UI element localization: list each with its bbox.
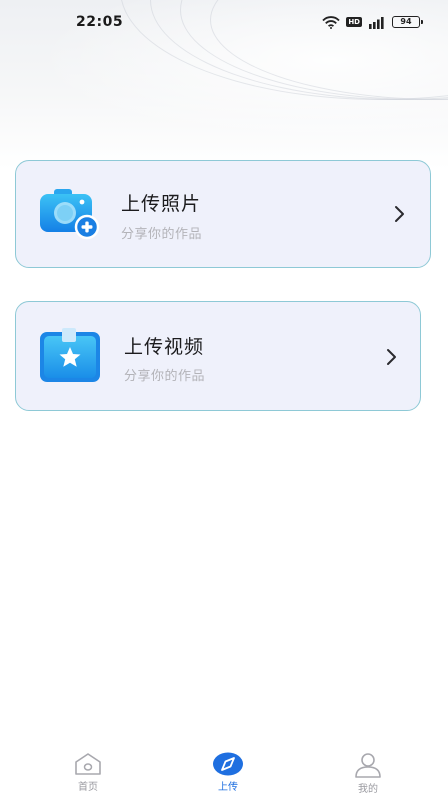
upload-photo-subtitle: 分享你的作品 [121, 227, 203, 242]
home-icon [75, 753, 101, 775]
tab-upload[interactable]: 上传 [198, 742, 258, 798]
star-box-icon [40, 328, 100, 382]
tab-upload-label: 上传 [218, 782, 238, 793]
upload-photo-card[interactable]: 上传照片 分享你的作品 [15, 160, 431, 268]
battery-icon: 94 [392, 16, 423, 28]
user-icon [355, 753, 381, 778]
wifi-icon [322, 15, 340, 29]
chevron-right-icon [395, 206, 404, 222]
upload-video-card[interactable]: 上传视频 分享你的作品 [15, 301, 421, 411]
status-icons: HD 94 [322, 15, 423, 29]
tab-home[interactable]: 首页 [58, 742, 118, 798]
upload-video-subtitle: 分享你的作品 [124, 369, 206, 384]
status-time: 22:05 [76, 14, 124, 30]
signal-icon [369, 16, 384, 29]
tab-home-label: 首页 [78, 782, 98, 793]
tab-profile-label: 我的 [358, 784, 378, 795]
tab-profile[interactable]: 我的 [338, 742, 398, 798]
camera-add-icon [40, 189, 100, 240]
compass-icon [213, 752, 243, 776]
bottom-tab-bar: 首页 上传 我的 [0, 742, 448, 798]
status-bar: 22:05 HD 94 [0, 0, 448, 44]
chevron-right-icon [387, 349, 396, 365]
upload-video-title: 上传视频 [124, 336, 205, 358]
hd-icon: HD [346, 17, 362, 27]
upload-photo-title: 上传照片 [121, 193, 202, 215]
